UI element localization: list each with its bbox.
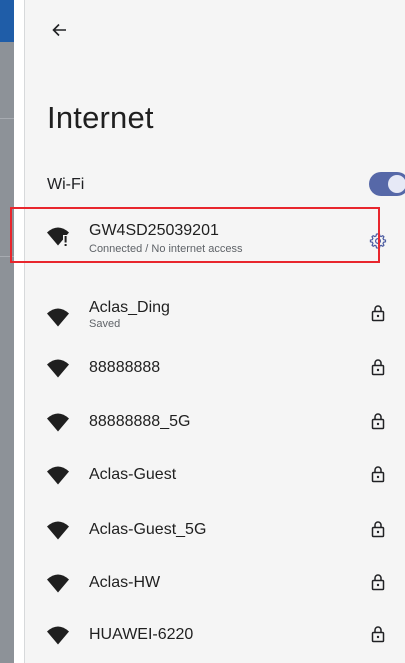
background-app-header (0, 0, 14, 42)
network-item[interactable]: Aclas-Guest (25, 451, 405, 503)
network-item[interactable]: Aclas-Guest_5G (25, 506, 405, 558)
lock-icon (371, 626, 385, 643)
wifi-toggle[interactable] (369, 172, 405, 196)
network-name: Aclas_Ding (89, 299, 170, 316)
network-name: Aclas-Guest_5G (89, 521, 207, 538)
network-name: Aclas-HW (89, 574, 161, 591)
network-item[interactable]: HUAWEI-6220 (25, 611, 405, 663)
wifi-icon (47, 359, 69, 378)
network-item[interactable]: 88888888_5G (25, 398, 405, 450)
arrow-back-icon (52, 23, 66, 37)
wifi-icon (47, 521, 69, 540)
wifi-label: Wi-Fi (47, 176, 85, 193)
lock-icon (371, 359, 385, 376)
page-title: Internet (47, 100, 154, 135)
network-item[interactable]: 88888888 (25, 344, 405, 396)
highlight-box (10, 207, 380, 263)
background-app-divider (0, 118, 14, 119)
toggle-knob (388, 175, 405, 193)
back-button[interactable] (45, 16, 73, 44)
network-name: HUAWEI-6220 (89, 626, 194, 643)
wifi-icon (47, 574, 69, 593)
wifi-icon (47, 308, 69, 327)
lock-icon (371, 521, 385, 538)
background-app (0, 0, 14, 663)
network-item[interactable]: Aclas-HW (25, 559, 405, 611)
network-status: Saved (89, 318, 121, 330)
network-item[interactable]: Aclas_Ding Saved (25, 294, 405, 346)
lock-icon (371, 305, 385, 322)
wifi-icon (47, 466, 69, 485)
wifi-toggle-row[interactable]: Wi-Fi (47, 172, 405, 200)
panel-divider (14, 0, 25, 663)
internet-panel: Internet Wi-Fi GW4SD25039201 Connected /… (25, 0, 405, 663)
lock-icon (371, 413, 385, 430)
network-name: 88888888 (89, 359, 161, 376)
network-name: 88888888_5G (89, 413, 191, 430)
network-name: Aclas-Guest (89, 466, 177, 483)
wifi-icon (47, 626, 69, 645)
wifi-icon (47, 413, 69, 432)
lock-icon (371, 574, 385, 591)
lock-icon (371, 466, 385, 483)
